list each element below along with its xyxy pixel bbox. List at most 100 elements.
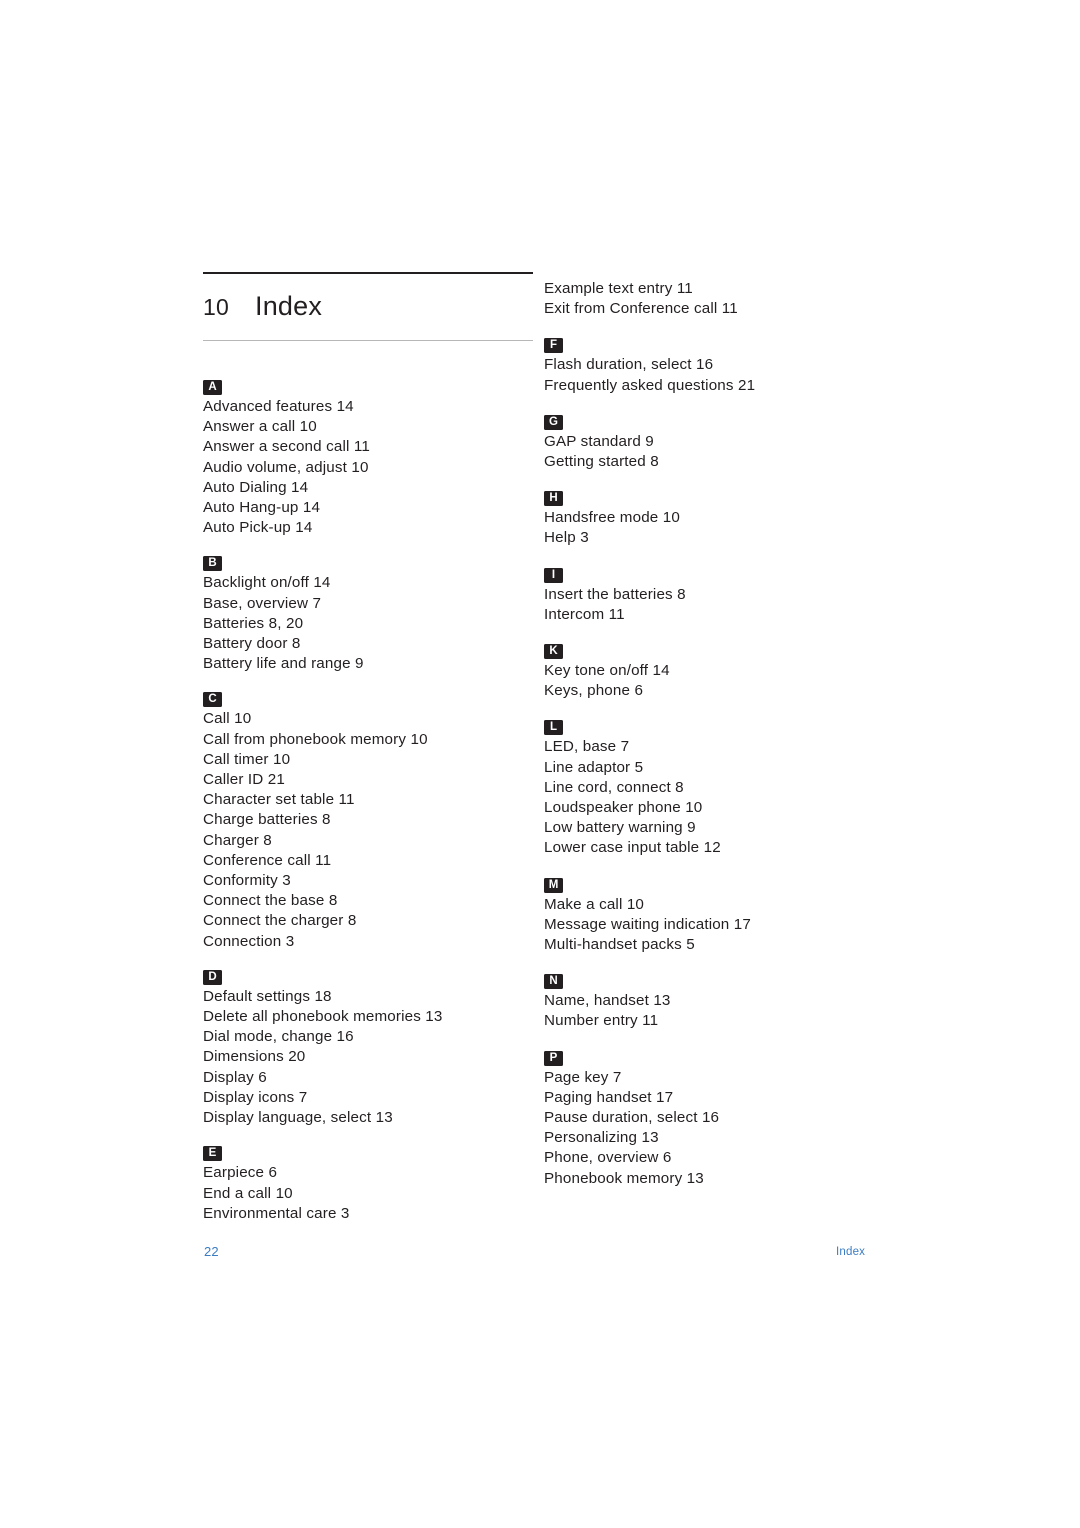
index-entry: Multi-handset packs 5	[544, 936, 695, 954]
letter-badge: G	[544, 414, 563, 430]
footer-page-number: 22	[204, 1244, 219, 1259]
index-entry: Flash duration, select 16	[544, 356, 714, 374]
letter-section-a: A	[203, 376, 543, 395]
index-entry: Audio volume, adjust 10	[203, 458, 369, 476]
index-entry: Getting started 8	[544, 453, 659, 471]
letter-section-h: H	[544, 487, 884, 507]
letter-badge: C	[203, 692, 222, 708]
index-entry: Help 3	[544, 529, 589, 547]
letter-section-e: E	[203, 1142, 543, 1162]
index-entry: Insert the batteries 8	[544, 585, 686, 603]
index-entry: Name, handset 13	[544, 992, 671, 1010]
letter-section-g: G	[544, 411, 884, 430]
letter-section-n: N	[544, 970, 884, 990]
index-entry: Line cord, connect 8	[544, 778, 684, 796]
index-entry: Charge batteries 8	[203, 811, 331, 829]
index-entry: Battery life and range 9	[203, 655, 364, 673]
index-entry: Charger 8	[203, 831, 272, 849]
page-title: Index	[255, 291, 323, 321]
index-entry: Default settings 18	[203, 987, 332, 1005]
index-entry: Keys, phone 6	[544, 682, 644, 700]
index-entry: Answer a second call 11	[203, 438, 370, 456]
index-entry: Call timer 10	[203, 750, 291, 768]
index-entry: Display language, select 13	[203, 1109, 393, 1127]
index-entry: Message waiting indication 17	[544, 915, 751, 933]
index-entry: Lower case input table 12	[544, 839, 721, 857]
index-entry: Connect the charger 8	[203, 912, 357, 930]
letter-section-p: P	[544, 1047, 884, 1066]
index-entry: Connection 3	[203, 932, 295, 950]
index-entry: Handsfree mode 10	[544, 509, 680, 527]
index-entry: Call from phonebook memory 10	[203, 730, 428, 748]
index-entry: Frequently asked questions 21	[544, 376, 756, 394]
index-entry: Auto Dialing 14	[203, 478, 309, 496]
letter-badge: E	[203, 1146, 222, 1162]
index-entry: Answer a call 10	[203, 418, 317, 436]
chapter-heading: 10 Index	[203, 272, 533, 341]
heading-row: 10 Index	[203, 274, 533, 340]
index-entry: Exit from Conference call 11	[544, 300, 738, 318]
index-entry: Conformity 3	[203, 872, 291, 890]
letter-badge: K	[544, 644, 563, 660]
letter-section-k: K	[544, 640, 884, 660]
index-entry: Base, overview 7	[203, 594, 322, 612]
index-entry: GAP standard 9	[544, 432, 654, 450]
letter-badge: D	[203, 969, 222, 985]
index-entry: Example text entry 11	[544, 280, 693, 297]
index-entry: Phonebook memory 13	[544, 1169, 704, 1187]
letter-badge: N	[544, 974, 563, 990]
index-column-right: Example text entry 11 Exit from Conferen…	[544, 279, 884, 1189]
index-entry: Display 6	[203, 1068, 267, 1086]
index-entry: Backlight on/off 14	[203, 574, 331, 592]
index-entry: Earpiece 6	[203, 1164, 278, 1182]
index-entry: Key tone on/off 14	[544, 662, 670, 680]
index-entry: Number entry 11	[544, 1012, 659, 1030]
index-entry: Conference call 11	[203, 851, 332, 869]
index-entry: Character set table 11	[203, 791, 355, 809]
index-entry: Intercom 11	[544, 605, 625, 623]
index-entry: Paging handset 17	[544, 1088, 674, 1106]
index-entry: Dimensions 20	[203, 1048, 306, 1066]
index-entry: Personalizing 13	[544, 1129, 659, 1147]
index-entry: End a call 10	[203, 1184, 293, 1202]
index-entry: Auto Pick-up 14	[203, 519, 313, 537]
index-entry: Display icons 7	[203, 1088, 308, 1106]
letter-badge: P	[544, 1050, 563, 1066]
index-entry: Environmental care 3	[203, 1204, 350, 1222]
letter-badge: H	[544, 491, 563, 507]
index-entry: Low battery warning 9	[544, 819, 696, 837]
letter-section-c: C	[203, 688, 543, 708]
index-entry: Phone, overview 6	[544, 1149, 672, 1167]
heading-rule-bottom	[203, 340, 533, 341]
letter-badge: B	[203, 556, 222, 572]
letter-section-d: D	[203, 966, 543, 985]
index-entry: Line adaptor 5	[544, 758, 644, 776]
letter-section-f: F	[544, 334, 884, 354]
letter-badge: L	[544, 720, 563, 736]
letter-badge: A	[203, 380, 222, 395]
index-entry: Auto Hang-up 14	[203, 499, 321, 517]
letter-section-i: I	[544, 564, 884, 583]
letter-badge: I	[544, 567, 563, 583]
footer-section-label: Index	[836, 1246, 866, 1258]
index-entry: Dial mode, change 16	[203, 1028, 354, 1046]
letter-badge: F	[544, 338, 563, 354]
index-entry: Pause duration, select 16	[544, 1109, 720, 1127]
index-entry: Make a call 10	[544, 895, 645, 913]
index-entry: Call 10	[203, 710, 252, 728]
index-entry: Caller ID 21	[203, 771, 285, 789]
index-entry: Delete all phonebook memories 13	[203, 1008, 443, 1026]
letter-section-l: L	[544, 716, 884, 736]
index-column-left: A Advanced features 14 Answer a call 10 …	[203, 376, 543, 1224]
index-entry: Advanced features 14	[203, 398, 354, 415]
index-entry: Loudspeaker phone 10	[544, 799, 703, 817]
index-entry: Page key 7	[544, 1068, 622, 1086]
index-page: 10 Index A Advanced features 14 Answer a…	[0, 0, 1080, 1528]
index-entry: Batteries 8, 20	[203, 614, 304, 632]
index-entry: Battery door 8	[203, 635, 301, 653]
letter-badge: M	[544, 877, 563, 893]
letter-section-b: B	[203, 552, 543, 572]
index-entry: LED, base 7	[544, 738, 630, 756]
chapter-number: 10	[203, 294, 229, 320]
index-entry: Connect the base 8	[203, 892, 338, 910]
